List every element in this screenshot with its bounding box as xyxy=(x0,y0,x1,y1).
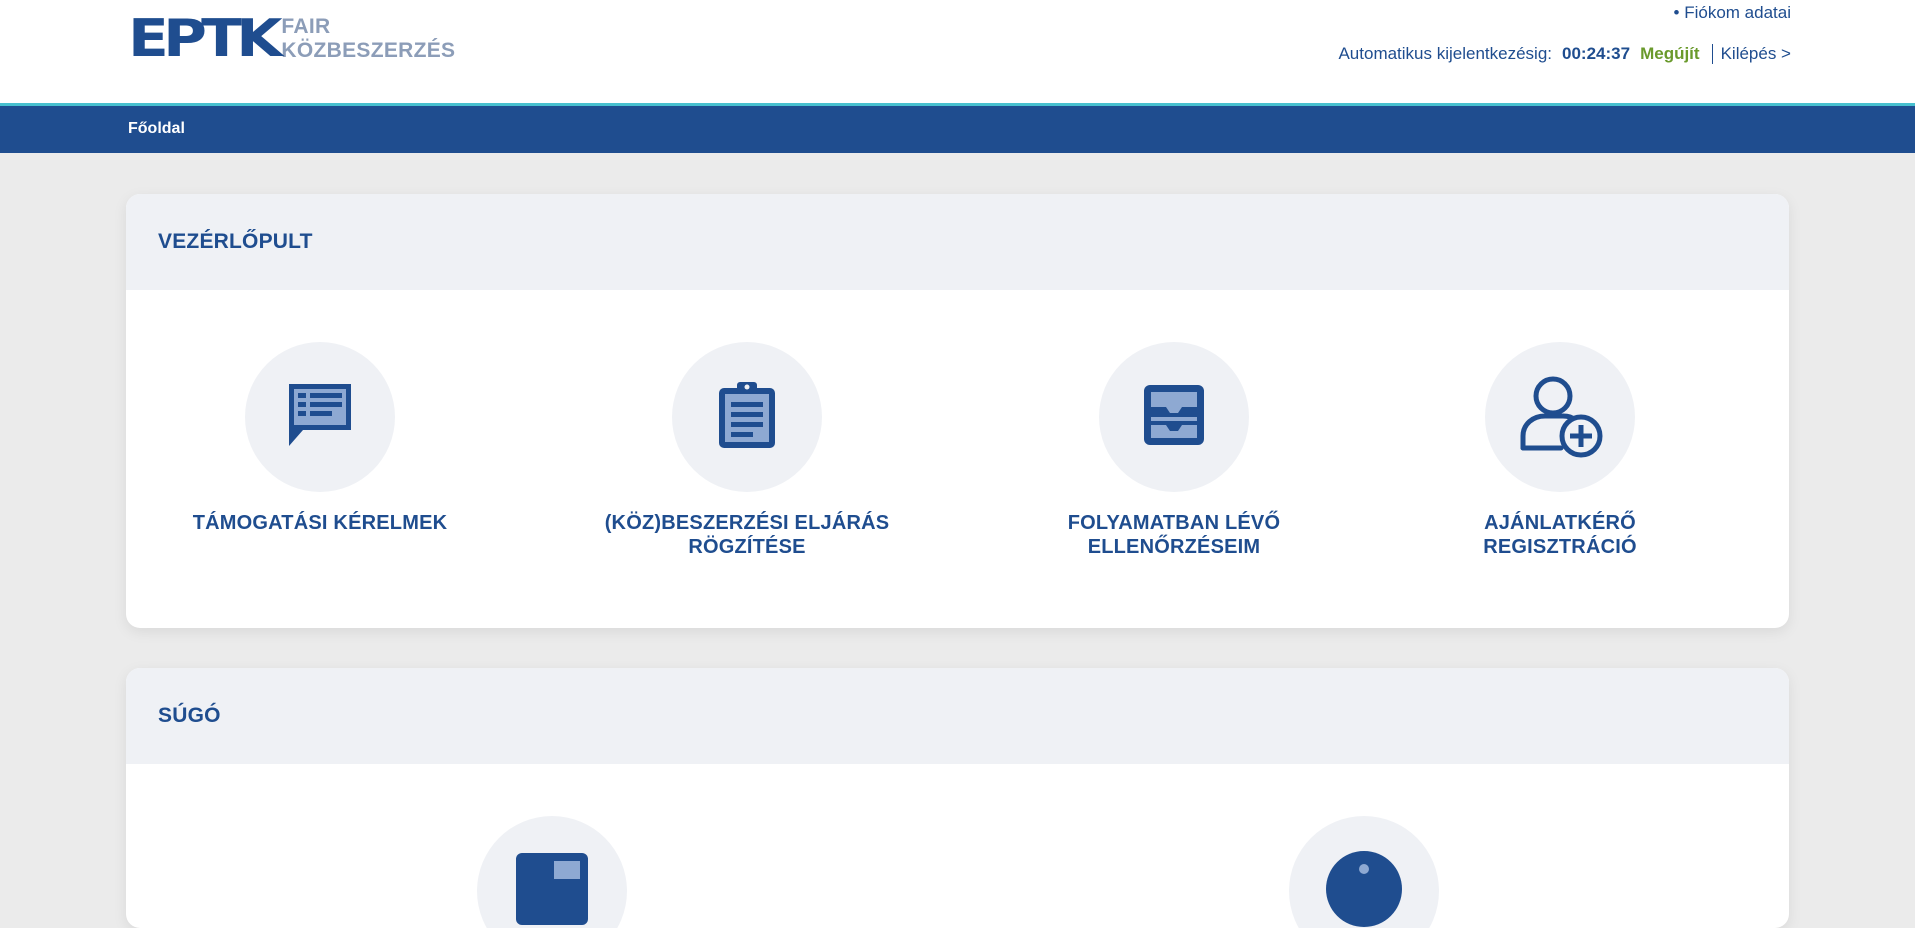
tile-label: (KÖZ)BESZERZÉSI ELJÁRÁS RÖGZÍTÉSE xyxy=(587,511,907,559)
main-nav: Főoldal xyxy=(0,106,1915,153)
account-details-link[interactable]: • Fiókom adatai xyxy=(1674,3,1791,23)
session-label: Automatikus kijelentkezésig: xyxy=(1338,44,1552,64)
tile-ongoing-audits[interactable]: FOLYAMATBAN LÉVŐ ELLENŐRZÉSEIM xyxy=(1014,342,1334,559)
tile-label: TÁMOGATÁSI KÉRELMEK xyxy=(160,511,480,535)
help-title: SÚGÓ xyxy=(126,668,1789,764)
tile-support-requests[interactable]: TÁMOGATÁSI KÉRELMEK xyxy=(160,342,480,535)
tile-label-line-2: RÖGZÍTÉSE xyxy=(587,535,907,559)
header-divider xyxy=(1712,44,1713,64)
nav-item-home[interactable]: Főoldal xyxy=(128,120,185,138)
renew-session-link[interactable]: Megújít xyxy=(1640,44,1700,64)
document-icon xyxy=(514,851,590,928)
tile-circle xyxy=(1289,816,1439,928)
dashboard-title: VEZÉRLŐPULT xyxy=(126,194,1789,290)
session-timer: 00:24:37 xyxy=(1562,44,1630,64)
inbox-tray-icon xyxy=(1142,383,1206,452)
tile-label: FOLYAMATBAN LÉVŐ ELLENŐRZÉSEIM xyxy=(1014,511,1334,559)
dashboard-panel: VEZÉRLŐPULT TÁMOGATÁSI KÉRELMEK xyxy=(126,194,1789,628)
logo-text: FAIR KÖZBESZERZÉS xyxy=(281,15,455,63)
tile-circle xyxy=(672,342,822,492)
tile-label-line-1: TÁMOGATÁSI KÉRELMEK xyxy=(160,511,480,535)
logo-mark: EPTK xyxy=(128,14,277,64)
tile-help-info[interactable] xyxy=(1204,816,1524,928)
top-header: EPTK FAIR KÖZBESZERZÉS • Fiókom adatai A… xyxy=(0,0,1915,106)
help-panel: SÚGÓ xyxy=(126,668,1789,928)
logout-link[interactable]: Kilépés > xyxy=(1721,44,1791,64)
tile-circle xyxy=(1485,342,1635,492)
tile-help-docs[interactable] xyxy=(392,816,712,928)
tile-requester-registration[interactable]: AJÁNLATKÉRŐ REGISZTRÁCIÓ xyxy=(1400,342,1720,559)
tile-circle xyxy=(1099,342,1249,492)
tile-procurement-record[interactable]: (KÖZ)BESZERZÉSI ELJÁRÁS RÖGZÍTÉSE xyxy=(587,342,907,559)
info-icon xyxy=(1324,849,1404,928)
tile-label-line-1: AJÁNLATKÉRŐ xyxy=(1400,511,1720,535)
tile-label: AJÁNLATKÉRŐ REGISZTRÁCIÓ xyxy=(1400,511,1720,559)
chat-list-icon xyxy=(285,380,355,455)
logo-line-2: KÖZBESZERZÉS xyxy=(281,39,455,63)
logo-line-1: FAIR xyxy=(281,15,455,39)
session-bar: Automatikus kijelentkezésig: 00:24:37 Me… xyxy=(1338,43,1791,65)
brand-logo[interactable]: EPTK FAIR KÖZBESZERZÉS xyxy=(128,14,455,64)
tile-label-line-2: ELLENŐRZÉSEIM xyxy=(1014,535,1334,559)
tile-label-line-1: (KÖZ)BESZERZÉSI ELJÁRÁS xyxy=(587,511,907,535)
tile-label-line-2: REGISZTRÁCIÓ xyxy=(1400,535,1720,559)
tile-label-line-1: FOLYAMATBAN LÉVŐ xyxy=(1014,511,1334,535)
tile-circle xyxy=(477,816,627,928)
clipboard-icon xyxy=(715,380,779,455)
user-add-icon xyxy=(1517,372,1603,463)
tile-circle xyxy=(245,342,395,492)
